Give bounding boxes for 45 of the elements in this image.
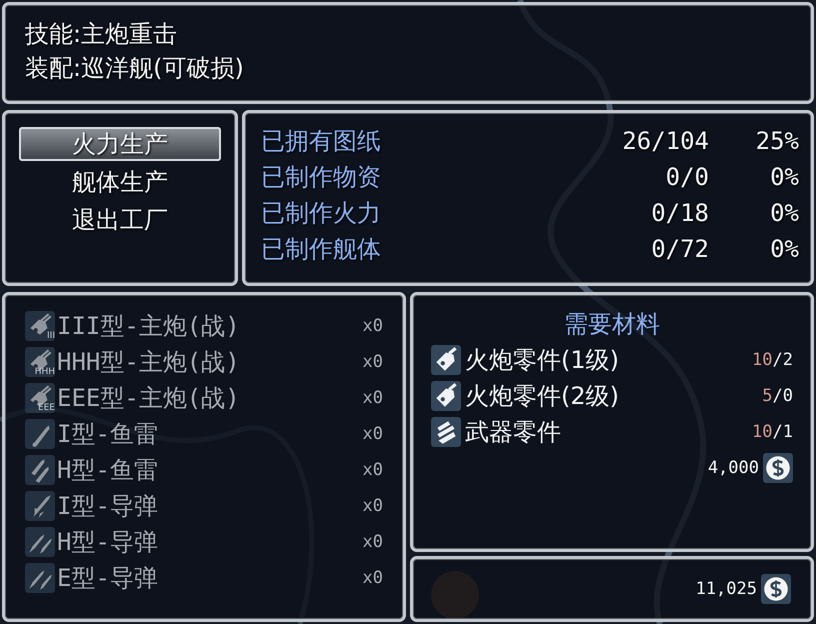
- stat-percent: 0%: [769, 162, 799, 193]
- stat-value: 0/0: [666, 162, 709, 193]
- item-count: x0: [362, 388, 383, 408]
- cannon-part-icon: [431, 381, 461, 411]
- coin-icon: [761, 574, 791, 604]
- stat-value: 0/72: [651, 234, 709, 265]
- stat-value: 0/18: [651, 198, 709, 229]
- item-count: x0: [362, 352, 383, 372]
- material-count: 5/0: [762, 386, 793, 406]
- stat-label: 已制作舰体: [261, 234, 381, 265]
- stat-percent: 25%: [754, 126, 799, 157]
- stat-percent: 0%: [769, 234, 799, 265]
- menu-item[interactable]: 舰体生产: [19, 165, 221, 199]
- item-count: x0: [362, 532, 383, 552]
- material-name: 武器零件: [465, 417, 561, 448]
- stat-value: 26/104: [622, 126, 709, 157]
- stat-label: 已制作物资: [261, 162, 381, 193]
- icon-label: III: [47, 332, 55, 341]
- material-name: 火炮零件(2级): [465, 381, 619, 412]
- weapon-part-icon: [431, 417, 461, 447]
- stat-percent: 0%: [769, 198, 799, 229]
- material-name: 火炮零件(1级): [465, 345, 619, 376]
- materials-title: 需要材料: [563, 309, 661, 339]
- cannon-icon: [25, 311, 55, 341]
- item-count: x0: [362, 460, 383, 480]
- stat-label: 已制作火力: [261, 198, 381, 229]
- material-count: 10/2: [752, 350, 793, 370]
- cannon-icon: [25, 383, 55, 413]
- icon-label: EEE: [38, 404, 55, 413]
- item-count: x0: [362, 316, 383, 336]
- menu-item[interactable]: 退出工厂: [19, 203, 221, 237]
- stat-label: 已拥有图纸: [261, 126, 381, 157]
- item-count: x0: [362, 568, 383, 588]
- icon-label: HHH: [34, 368, 55, 377]
- menu-item[interactable]: 火力生产: [19, 127, 221, 161]
- cannon-icon: [25, 347, 55, 377]
- money-amount: 11,025: [696, 579, 757, 599]
- item-count: x0: [362, 496, 383, 516]
- cannon-part-icon: [431, 345, 461, 375]
- status-text: 技能:主炮重击: [25, 19, 178, 49]
- status-text: 装配:巡洋舰(可破损): [25, 53, 245, 83]
- cost-amount: 4,000: [708, 458, 759, 478]
- item-count: x0: [362, 424, 383, 444]
- coin-icon: [763, 453, 793, 483]
- material-count: 10/1: [752, 422, 793, 442]
